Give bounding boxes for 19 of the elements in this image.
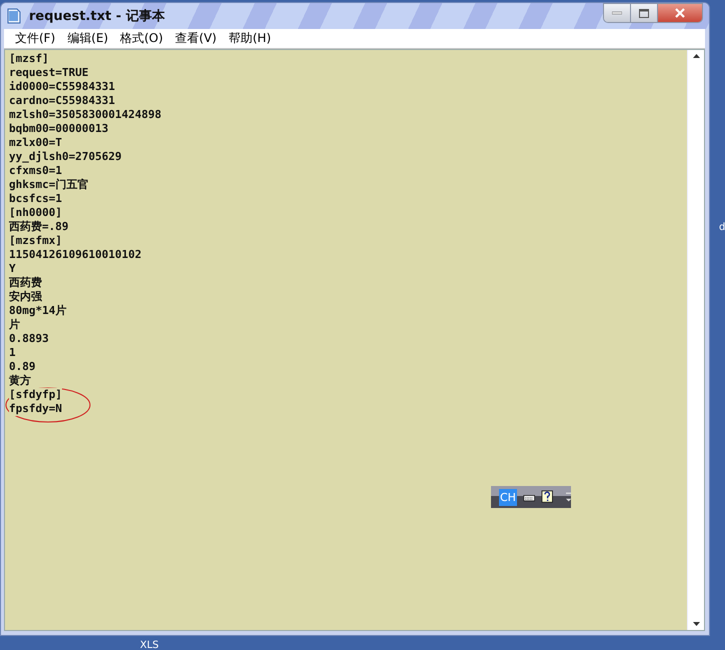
close-button[interactable] [658,4,702,22]
maximize-button[interactable] [631,4,658,22]
scroll-down-icon[interactable] [692,622,700,626]
menu-item[interactable]: 查看(V) [169,30,223,47]
minimize-button[interactable] [604,4,631,22]
menu-item[interactable]: 帮助(H) [222,30,277,47]
menu-item[interactable]: 文件(F) [9,30,62,47]
scroll-up-icon[interactable] [692,54,700,58]
menu-item[interactable]: 编辑(E) [61,30,114,47]
options-icon[interactable] [566,490,571,504]
minimize-icon [612,11,622,15]
close-icon [675,8,685,18]
window-title: request.txt - 记事本 [29,8,166,25]
desktop-icon-label: d [719,222,725,233]
menu-item[interactable]: 格式(O) [114,30,170,47]
help-icon[interactable] [541,490,554,504]
document-icon [7,8,21,24]
maximize-icon [639,8,649,18]
desktop-icon-label: XLS [140,640,159,650]
